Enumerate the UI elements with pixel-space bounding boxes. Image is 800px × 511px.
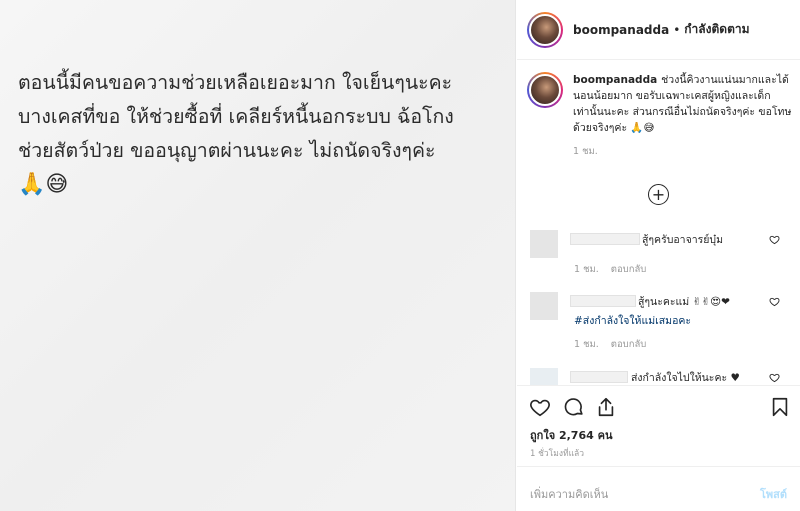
commenter-avatar[interactable] xyxy=(530,292,558,320)
caption-time: 1 ชม. xyxy=(573,146,598,157)
comment-reply-button[interactable]: ตอบกลับ xyxy=(611,339,647,350)
comment-like-heart-icon[interactable] xyxy=(769,234,780,245)
comment-time: 1 ชม. xyxy=(574,339,599,350)
following-button[interactable]: กำลังติดตาม xyxy=(684,20,749,39)
load-more-comments-button[interactable]: + xyxy=(648,184,669,205)
caption-avatar[interactable] xyxy=(527,72,563,108)
post-side-panel: boompanadda • กำลังติดตาม boompanadda ช่ว… xyxy=(517,0,800,511)
comment-bubble-icon[interactable] xyxy=(563,396,585,418)
comment-item: สู้ๆครับอาจารย์บุ๋ม 1 ชม. ตอบกลับ xyxy=(517,230,800,290)
comment-meta: 1 ชม. ตอบกลับ xyxy=(574,337,646,352)
bookmark-icon[interactable] xyxy=(769,396,791,418)
add-comment-input[interactable]: เพิ่มความคิดเห็น xyxy=(530,485,608,503)
caption-text: boompanadda ช่วงนี้คิวงานแน่นมากและได้นอน… xyxy=(573,72,793,136)
comment-hashtag-link[interactable]: #ส่งกำลังใจให้แม่เสมอคะ xyxy=(574,312,691,329)
comment-like-heart-icon[interactable] xyxy=(769,372,780,383)
caption-username[interactable]: boompanadda xyxy=(573,74,657,86)
header-separator: • xyxy=(673,22,681,37)
comment-item: ส่งกำลังใจไปให้นะคะ ♥ xyxy=(517,368,800,385)
post-header: boompanadda • กำลังติดตาม xyxy=(517,0,800,60)
post-text-body: ตอนนี้มีคนขอความช่วยเหลือเยอะมาก ใจเย็นๆ… xyxy=(18,71,454,162)
share-upload-icon[interactable] xyxy=(595,396,617,418)
post-comment-button[interactable]: โพสต์ xyxy=(760,485,787,503)
post-caption: boompanadda ช่วงนี้คิวงานแน่นมากและได้นอน… xyxy=(517,72,800,159)
commenter-avatar[interactable] xyxy=(530,230,558,258)
commenter-username-redacted[interactable] xyxy=(570,371,628,383)
post-image-text: ตอนนี้มีคนขอความช่วยเหลือเยอะมาก ใจเย็นๆ… xyxy=(18,66,513,202)
comment-box-divider xyxy=(517,466,800,467)
post-emoji: 🙏😅 xyxy=(18,172,69,197)
commenter-avatar[interactable] xyxy=(530,368,558,385)
comment-text: ส่งกำลังใจไปให้นะคะ ♥ xyxy=(631,372,740,384)
comment-text: สู้ๆครับอาจารย์บุ๋ม xyxy=(642,234,724,246)
comment-meta: 1 ชม. ตอบกลับ xyxy=(574,262,646,277)
comment-time: 1 ชม. xyxy=(574,264,599,275)
heart-outline-icon[interactable] xyxy=(529,396,551,418)
comment-reply-button[interactable]: ตอบกลับ xyxy=(611,264,647,275)
post-time-ago: 1 ชั่วโมงที่แล้ว xyxy=(530,449,585,459)
commenter-username-redacted[interactable] xyxy=(570,295,636,307)
likes-count[interactable]: ถูกใจ 2,764 คน xyxy=(530,426,612,444)
post-image: ตอนนี้มีคนขอความช่วยเหลือเยอะมาก ใจเย็นๆ… xyxy=(0,0,516,511)
author-username[interactable]: boompanadda xyxy=(573,23,669,37)
comment-item: สู้ๆนะคะแม่ ✌✌😍❤ #ส่งกำลังใจให้แม่เสมอคะ… xyxy=(517,292,800,362)
comment-text: สู้ๆนะคะแม่ ✌✌😍❤ xyxy=(638,296,730,308)
comment-like-heart-icon[interactable] xyxy=(769,296,780,307)
author-avatar[interactable] xyxy=(527,11,563,48)
post-actions-bar xyxy=(529,396,789,420)
actions-divider xyxy=(517,385,800,386)
commenter-username-redacted[interactable] xyxy=(570,233,640,245)
